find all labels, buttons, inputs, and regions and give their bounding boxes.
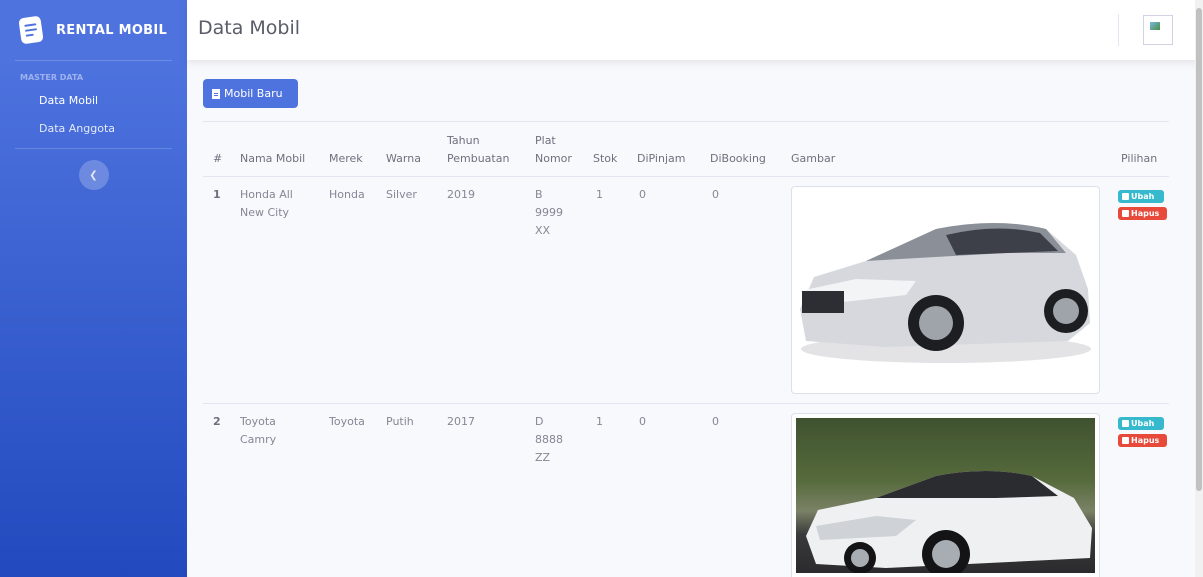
cell-plat: B [535,188,543,201]
cell-nama: Honda All [240,188,293,201]
topbar-divider [1118,14,1119,46]
cell-no: 1 [213,188,221,201]
topbar: Data Mobil [187,0,1203,60]
new-car-button[interactable]: Mobil Baru [203,79,298,108]
cell-dibooking: 0 [712,188,719,201]
edit-button[interactable]: Ubah [1118,190,1164,203]
cell-dibooking: 0 [712,415,719,428]
delete-button[interactable]: Hapus [1118,207,1167,220]
cell-tahun: 2017 [447,415,475,428]
scrollbar[interactable] [1195,0,1203,577]
cell-plat: XX [535,224,551,237]
page-title: Data Mobil [198,17,301,39]
edit-icon [1122,420,1129,427]
header-warna: Warna [386,152,421,165]
trash-icon [1122,210,1129,217]
table-top-border [203,121,1169,122]
cell-merek: Toyota [329,415,365,428]
sidebar-toggle-button[interactable]: ❮ [78,160,109,190]
file-icon [212,88,220,99]
header-stok: Stok [593,152,618,165]
header-pilihan: Pilihan [1121,152,1158,165]
table-header-border [203,176,1169,177]
delete-label: Hapus [1131,209,1160,218]
cell-stok: 1 [596,415,603,428]
brand-logo-icon [18,15,44,45]
header-tahun-1: Tahun [447,134,480,147]
sidebar-item-data-anggota[interactable]: Data Anggota [0,119,187,147]
edit-label: Ubah [1131,192,1155,201]
header-merek: Merek [329,152,363,165]
cell-tahun: 2019 [447,188,475,201]
cell-plat: 9999 [535,206,563,219]
user-avatar[interactable] [1143,15,1173,45]
header-no: # [213,152,223,165]
header-plat-1: Plat [535,134,556,147]
delete-button[interactable]: Hapus [1118,434,1167,447]
cell-plat: D [535,415,544,428]
edit-label: Ubah [1131,419,1155,428]
edit-icon [1122,193,1129,200]
cell-plat: 8888 [535,433,563,446]
new-car-label: Mobil Baru [224,87,283,100]
cell-nama: New City [240,206,290,219]
sidebar-item-data-mobil[interactable]: Data Mobil [0,91,187,119]
header-dipinjam: DiPinjam [637,152,686,165]
cell-no: 2 [213,415,221,428]
cell-nama: Camry [240,433,277,446]
scrollbar-thumb[interactable] [1196,8,1202,491]
brand[interactable]: RENTAL MOBIL [0,0,187,60]
cell-plat: ZZ [535,451,551,464]
car-image [791,413,1100,577]
sidebar: RENTAL MOBIL MASTER DATA Data Mobil Data… [0,0,187,577]
cell-warna: Putih [386,415,414,428]
header-tahun-2: Pembuatan [447,152,510,165]
sidebar-heading: MASTER DATA [20,73,84,82]
car-image [791,186,1100,394]
brand-text: RENTAL MOBIL [56,22,168,38]
edit-button[interactable]: Ubah [1118,417,1164,430]
header-dibooking: DiBooking [710,152,766,165]
sidebar-divider [15,148,172,149]
white-sedan-illustration [806,471,1092,573]
silver-sedan-illustration [800,223,1091,363]
cell-dipinjam: 0 [639,415,646,428]
cell-stok: 1 [596,188,603,201]
cell-dipinjam: 0 [639,188,646,201]
header-gambar: Gambar [791,152,836,165]
cell-warna: Silver [386,188,417,201]
cell-nama: Toyota [240,415,276,428]
chevron-left-icon: ❮ [89,169,98,181]
header-nama: Nama Mobil [240,152,306,165]
header-plat-2: Nomor [535,152,572,165]
row-border [203,403,1169,404]
cell-merek: Honda [329,188,365,201]
delete-label: Hapus [1131,436,1160,445]
trash-icon [1122,437,1129,444]
